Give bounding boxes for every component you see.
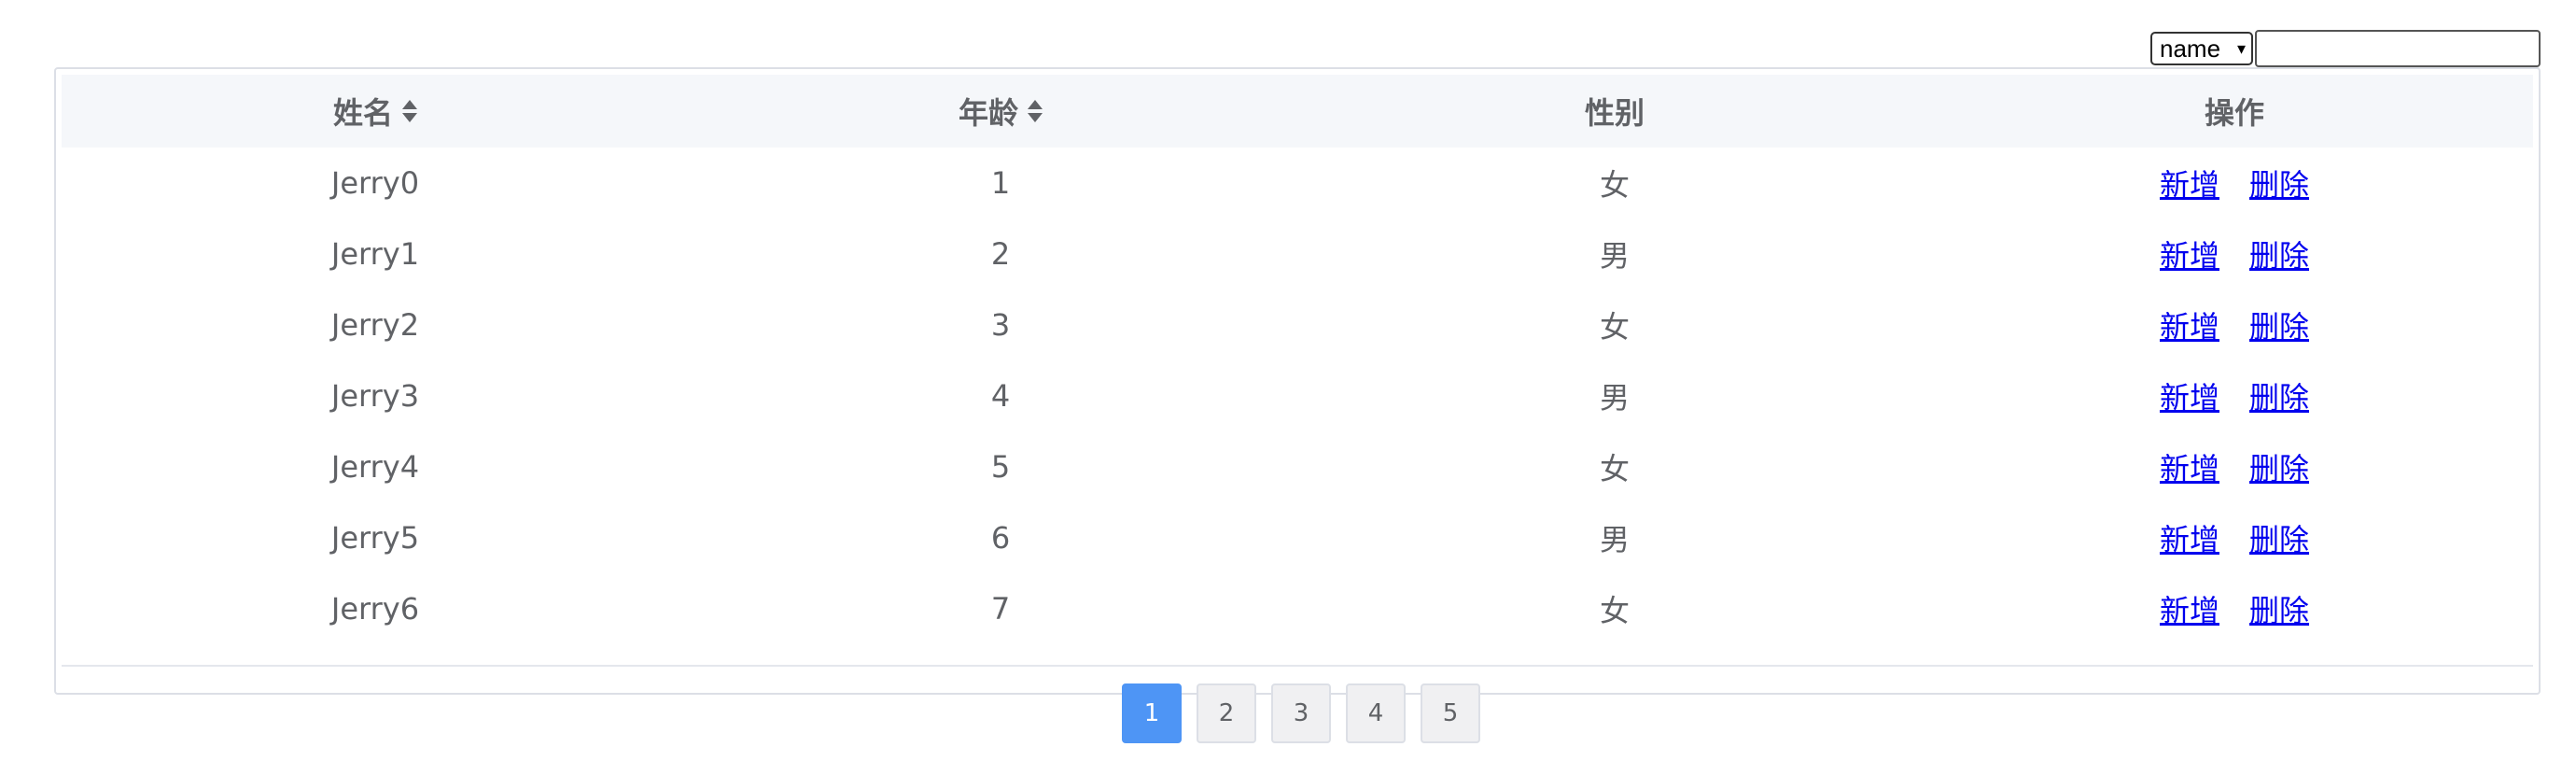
delete-link[interactable]: 删除 (2249, 516, 2309, 559)
add-link[interactable]: 新增 (2160, 374, 2219, 417)
cell-actions: 新增 删除 (2160, 431, 2309, 502)
delete-link[interactable]: 删除 (2249, 162, 2309, 204)
cell-age: 2 (990, 236, 1011, 272)
table-row: Jerry0 1 女 新增 删除 (62, 148, 2533, 218)
table-row: Jerry2 3 女 新增 删除 (62, 289, 2533, 360)
cell-name: Jerry5 (330, 520, 420, 556)
cell-gender: 女 (1599, 593, 1631, 628)
table-row: Jerry5 6 男 新增 删除 (62, 502, 2533, 573)
cell-gender: 男 (1599, 522, 1631, 557)
cell-name: Jerry4 (330, 449, 420, 485)
column-header-label: 年龄 (958, 95, 1019, 131)
delete-link[interactable]: 删除 (2249, 232, 2309, 275)
column-header-label: 姓名 (332, 95, 394, 131)
column-header-name[interactable]: 姓名 (332, 75, 418, 148)
pagination-area: 12345 (62, 665, 2533, 764)
table-header: 姓名 年龄 性别 操作 (62, 75, 2533, 148)
cell-name: Jerry1 (330, 236, 420, 272)
cell-actions: 新增 删除 (2160, 148, 2309, 218)
column-header-actions: 操作 (2205, 75, 2264, 148)
cell-age: 1 (990, 165, 1011, 201)
add-link[interactable]: 新增 (2160, 587, 2219, 630)
delete-link[interactable]: 删除 (2249, 374, 2309, 417)
cell-actions: 新增 删除 (2160, 573, 2309, 644)
cell-gender: 女 (1599, 451, 1631, 486)
cell-name: Jerry2 (330, 307, 420, 343)
add-link[interactable]: 新增 (2160, 162, 2219, 204)
search-toolbar: name ▾ (2150, 30, 2541, 67)
delete-link[interactable]: 删除 (2249, 303, 2309, 346)
search-field-select[interactable]: name ▾ (2150, 32, 2253, 65)
column-header-label: 操作 (2204, 95, 2265, 131)
data-table: 姓名 年龄 性别 操作 Jerry0 1 女新增 删除 Jerry1 2 男新增 删除 Jerr… (54, 67, 2541, 743)
page-button[interactable]: 5 (1421, 683, 1480, 743)
table-row: Jerry4 5 女 新增 删除 (62, 431, 2533, 502)
cell-actions: 新增 删除 (2160, 289, 2309, 360)
cell-actions: 新增 删除 (2160, 360, 2309, 431)
cell-actions: 新增 删除 (2160, 218, 2309, 289)
cell-actions: 新增 删除 (2160, 502, 2309, 573)
cell-gender: 男 (1599, 380, 1631, 416)
chevron-down-icon: ▾ (2236, 38, 2246, 58)
cell-age: 6 (990, 520, 1011, 556)
add-link[interactable]: 新增 (2160, 303, 2219, 346)
cell-age: 5 (990, 449, 1011, 485)
table-row: Jerry3 4 男 新增 删除 (62, 360, 2533, 431)
cell-name: Jerry0 (330, 165, 420, 201)
cell-name: Jerry6 (330, 591, 420, 627)
column-header-label: 性别 (1584, 95, 1645, 131)
cell-age: 3 (990, 307, 1011, 343)
cell-name: Jerry3 (330, 378, 420, 414)
add-link[interactable]: 新增 (2160, 232, 2219, 275)
add-link[interactable]: 新增 (2160, 516, 2219, 559)
sort-caret-icon[interactable] (402, 99, 418, 123)
pagination: 12345 (1122, 683, 1495, 743)
delete-link[interactable]: 删除 (2249, 587, 2309, 630)
search-field-select-value: name (2160, 34, 2221, 63)
search-input[interactable] (2255, 30, 2541, 67)
page-button[interactable]: 1 (1122, 683, 1182, 743)
column-header-age[interactable]: 年龄 (959, 75, 1043, 148)
cell-age: 4 (990, 378, 1011, 414)
table-row: Jerry6 7 女 新增 删除 (62, 573, 2533, 644)
add-link[interactable]: 新增 (2160, 445, 2219, 488)
cell-gender: 女 (1599, 309, 1631, 345)
cell-gender: 男 (1599, 238, 1631, 274)
page-button[interactable]: 4 (1346, 683, 1406, 743)
cell-age: 7 (990, 591, 1011, 627)
sort-caret-icon[interactable] (1028, 99, 1043, 123)
delete-link[interactable]: 删除 (2249, 445, 2309, 488)
table-body[interactable]: Jerry0 1 女新增 删除 Jerry1 2 男新增 删除 Jerry2 3 女新增 删除 Jerr… (62, 148, 2533, 665)
page-button[interactable]: 2 (1197, 683, 1256, 743)
page-button[interactable]: 3 (1271, 683, 1331, 743)
table-row: Jerry1 2 男 新增 删除 (62, 218, 2533, 289)
cell-gender: 女 (1599, 167, 1631, 203)
column-header-gender: 性别 (1585, 75, 1645, 148)
